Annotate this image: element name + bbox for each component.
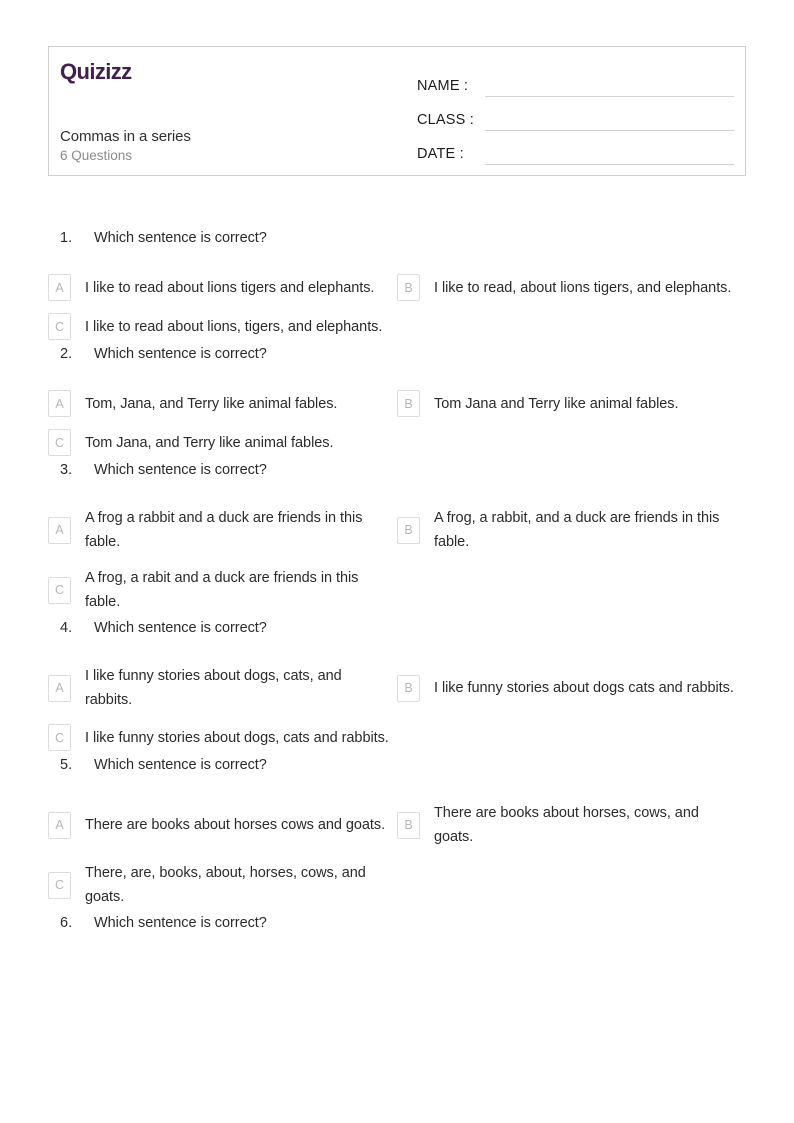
answer-option-c[interactable]: C I like to read about lions, tigers, and…: [48, 307, 397, 346]
question-block: 6. Which sentence is correct?: [0, 915, 794, 953]
question-prompt: Which sentence is correct?: [94, 346, 267, 362]
date-input[interactable]: [485, 142, 734, 165]
name-input[interactable]: [485, 74, 734, 97]
answer-options: A Tom, Jana, and Terry like animal fables…: [48, 384, 746, 462]
question-block: 1. Which sentence is correct? A I like to r…: [0, 230, 794, 346]
option-text: I like to read about lions, tigers, and …: [85, 318, 383, 335]
option-text: Tom Jana, and Terry like animal fables.: [85, 434, 334, 451]
option-text: I like funny stories about dogs, cats, a…: [85, 668, 342, 708]
answer-option-b[interactable]: B A frog, a rabbit, and a duck are friend…: [397, 500, 746, 560]
header-brand-section: Quizizz Commas in a series 6 Questions: [49, 47, 401, 175]
option-letter-box[interactable]: A: [48, 811, 71, 839]
answer-option-c[interactable]: C Tom Jana, and Terry like animal fables.: [48, 423, 397, 462]
answer-option-c[interactable]: C I like funny stories about dogs, cats a…: [48, 718, 397, 757]
answer-option-a[interactable]: A There are books about horses cows and g…: [48, 795, 397, 855]
option-text: A frog, a rabit and a duck are friends i…: [85, 570, 359, 610]
answer-option-b[interactable]: B Tom Jana and Terry like animal fables.: [397, 384, 746, 423]
question-list: 1. Which sentence is correct? A I like to r…: [0, 230, 794, 953]
option-letter-box[interactable]: C: [48, 576, 71, 604]
question-prompt: Which sentence is correct?: [94, 620, 267, 636]
answer-option-a[interactable]: A A frog a rabbit and a duck are friends …: [48, 500, 397, 560]
student-info-fields: NAME : CLASS : DATE :: [401, 47, 745, 175]
class-input[interactable]: [485, 108, 734, 131]
question-count-label: 6 Questions: [60, 148, 133, 163]
question-number: 1.: [60, 230, 73, 246]
option-letter-box[interactable]: B: [397, 274, 420, 301]
option-letter-box[interactable]: B: [397, 811, 420, 839]
quizizz-logo: Quizizz: [60, 59, 132, 84]
question-number: 3.: [60, 462, 73, 478]
option-text: There are books about horses cows and go…: [85, 817, 386, 833]
answer-options: A A frog a rabbit and a duck are friends …: [48, 500, 746, 620]
answer-options: A I like to read about lions tigers and e…: [48, 268, 746, 346]
question-header: 3. Which sentence is correct?: [48, 462, 746, 500]
answer-option-a[interactable]: A Tom, Jana, and Terry like animal fables…: [48, 384, 397, 423]
option-letter-box[interactable]: C: [48, 724, 71, 751]
question-number: 2.: [60, 346, 73, 362]
name-field-label: NAME :: [417, 78, 469, 94]
worksheet-title: Commas in a series: [60, 128, 191, 145]
option-letter-box[interactable]: B: [397, 674, 420, 702]
answer-option-a[interactable]: A I like to read about lions tigers and e…: [48, 268, 397, 307]
date-field-row: DATE :: [417, 131, 734, 165]
option-text: I like to read about lions tigers and el…: [85, 279, 375, 296]
date-field-label: DATE :: [417, 146, 464, 162]
question-header: 1. Which sentence is correct?: [48, 230, 746, 268]
option-letter-box[interactable]: A: [48, 516, 71, 544]
answer-options: A I like funny stories about dogs, cats, …: [48, 658, 746, 757]
option-letter-box[interactable]: C: [48, 313, 71, 340]
answer-option-a[interactable]: A I like funny stories about dogs, cats, …: [48, 658, 397, 718]
option-letter-box[interactable]: B: [397, 516, 420, 544]
option-text: A frog a rabbit and a duck are friends i…: [85, 510, 363, 550]
question-number: 4.: [60, 620, 73, 636]
option-letter-box[interactable]: B: [397, 390, 420, 417]
question-header: 4. Which sentence is correct?: [48, 620, 746, 658]
option-letter-box[interactable]: A: [48, 390, 71, 417]
option-text: Tom Jana and Terry like animal fables.: [434, 395, 679, 412]
option-letter-box[interactable]: A: [48, 674, 71, 702]
class-field-label: CLASS :: [417, 112, 475, 128]
worksheet-page: Quizizz Commas in a series 6 Questions N…: [0, 0, 794, 1123]
answer-option-b[interactable]: B I like funny stories about dogs cats an…: [397, 658, 746, 718]
option-text: I like to read, about lions tigers, and …: [434, 279, 732, 296]
question-prompt: Which sentence is correct?: [94, 757, 267, 773]
question-header: 2. Which sentence is correct?: [48, 346, 746, 384]
question-block: 5. Which sentence is correct? A There are b…: [0, 757, 794, 915]
question-header: 5. Which sentence is correct?: [48, 757, 746, 795]
option-letter-box[interactable]: A: [48, 274, 71, 301]
question-block: 2. Which sentence is correct? A Tom, Jana, …: [0, 346, 794, 462]
question-number: 5.: [60, 757, 73, 773]
question-header: 6. Which sentence is correct?: [48, 915, 746, 953]
name-field-row: NAME :: [417, 63, 734, 97]
answer-option-c[interactable]: C A frog, a rabit and a duck are friends …: [48, 560, 397, 620]
option-text: A frog, a rabbit, and a duck are friends…: [434, 510, 720, 550]
option-text: There are books about horses, cows, and …: [434, 805, 699, 845]
class-field-row: CLASS :: [417, 97, 734, 131]
answer-option-b[interactable]: B There are books about horses, cows, and…: [397, 795, 746, 855]
question-prompt: Which sentence is correct?: [94, 462, 267, 478]
question-prompt: Which sentence is correct?: [94, 230, 267, 246]
option-letter-box[interactable]: C: [48, 871, 71, 899]
question-block: 3. Which sentence is correct? A A frog a ra…: [0, 462, 794, 620]
option-text: I like funny stories about dogs, cats an…: [85, 729, 389, 746]
option-letter-box[interactable]: C: [48, 429, 71, 456]
answer-options: A There are books about horses cows and g…: [48, 795, 746, 915]
question-prompt: Which sentence is correct?: [94, 915, 267, 931]
option-text: There, are, books, about, horses, cows, …: [85, 865, 366, 905]
worksheet-header: Quizizz Commas in a series 6 Questions N…: [48, 46, 746, 176]
option-text: I like funny stories about dogs cats and…: [434, 680, 734, 696]
answer-option-b[interactable]: B I like to read, about lions tigers, and…: [397, 268, 746, 307]
question-block: 4. Which sentence is correct? A I like funn…: [0, 620, 794, 757]
option-text: Tom, Jana, and Terry like animal fables.: [85, 395, 338, 412]
answer-option-c[interactable]: C There, are, books, about, horses, cows,…: [48, 855, 397, 915]
question-number: 6.: [60, 915, 73, 931]
